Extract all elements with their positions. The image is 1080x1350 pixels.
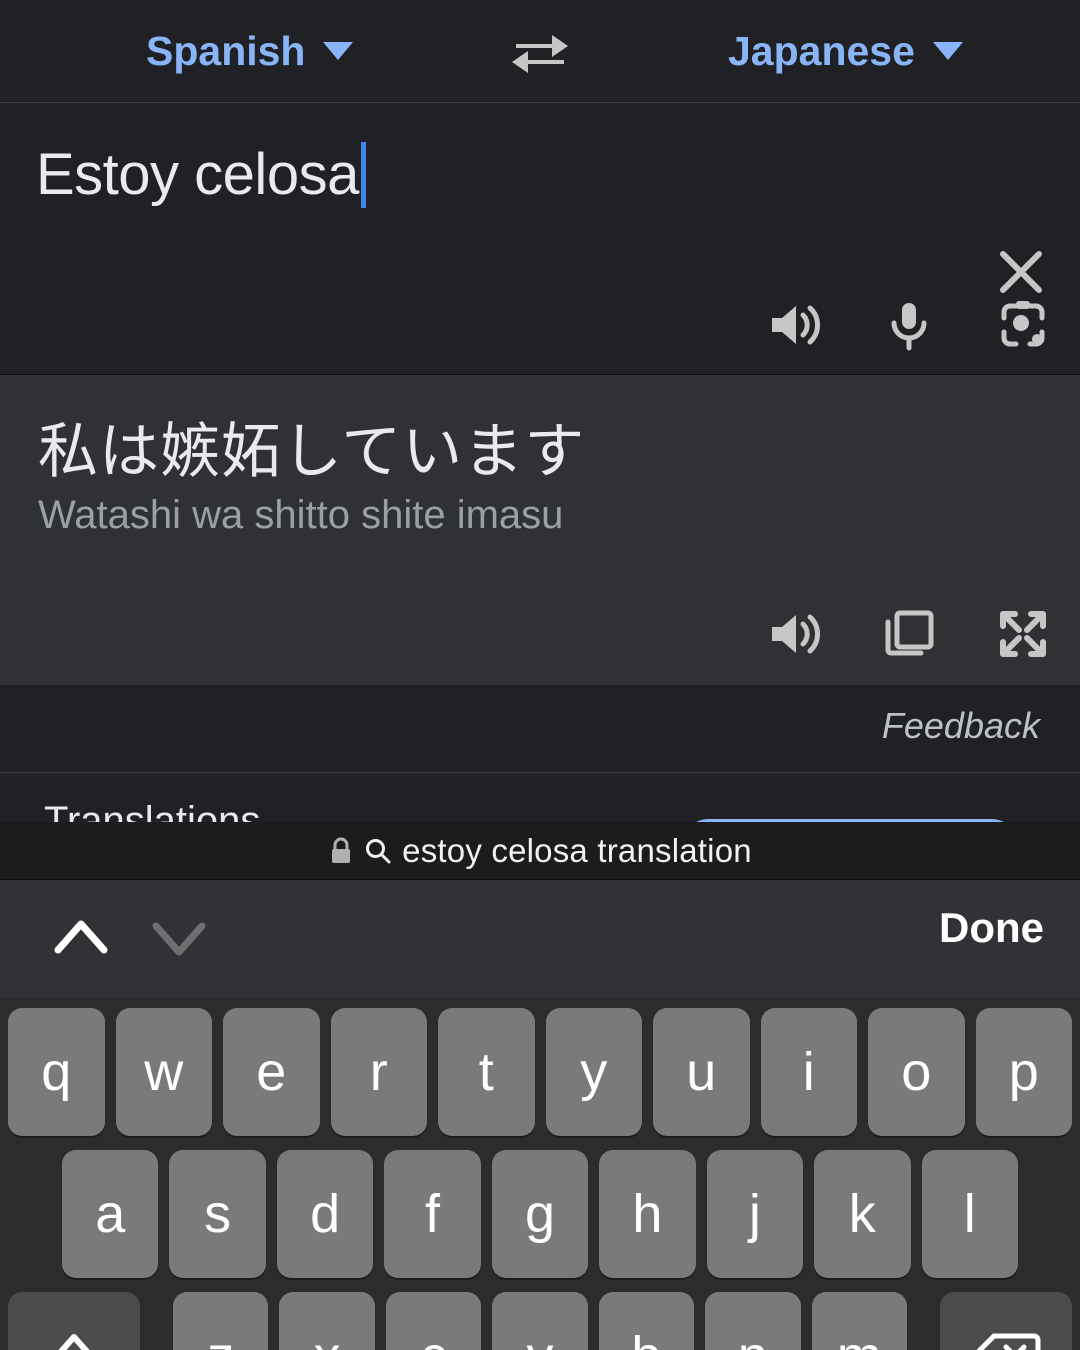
key-j[interactable]: j [706, 1150, 804, 1278]
lock-icon [332, 837, 351, 863]
fullscreen-button[interactable] [994, 605, 1052, 663]
key-u[interactable]: u [653, 1008, 750, 1136]
key-o[interactable]: o [868, 1008, 965, 1136]
target-language-label: Japanese [728, 27, 915, 74]
feedback-link[interactable]: Feedback [882, 705, 1040, 747]
key-w[interactable]: w [115, 1008, 212, 1136]
key-b[interactable]: b [598, 1292, 695, 1350]
camera-lens-icon [1001, 301, 1045, 347]
search-icon [366, 838, 391, 863]
key-q[interactable]: q [8, 1008, 105, 1136]
key-l[interactable]: l [921, 1150, 1018, 1278]
microphone-icon [891, 303, 927, 351]
volume-up-icon [772, 305, 820, 345]
key-a[interactable]: a [62, 1150, 159, 1278]
keyboard-accessory-bar: Done [0, 880, 1080, 998]
translation-text: 私は嫉妬しています [38, 417, 586, 487]
source-language-label: Spanish [146, 27, 306, 74]
url-bar-query: estoy celosa translation [402, 831, 752, 869]
backspace-delete-icon [976, 1333, 1041, 1350]
key-e[interactable]: e [223, 1008, 320, 1136]
source-text-input[interactable]: Estoy celosa [36, 141, 366, 208]
transliteration-text: Watashi wa shitto shite imasu [38, 493, 564, 537]
expand-arrows-icon [1000, 611, 1046, 657]
key-m[interactable]: m [811, 1292, 907, 1350]
listen-source-button[interactable] [766, 296, 824, 354]
shift-key[interactable] [8, 1292, 140, 1350]
shift-up-icon [58, 1334, 90, 1350]
language-bar: Spanish Japanese [0, 0, 1080, 103]
volume-up-icon [772, 614, 820, 654]
microphone-button[interactable] [880, 296, 938, 354]
key-s[interactable]: s [169, 1150, 266, 1278]
key-f[interactable]: f [384, 1150, 481, 1278]
clear-text-button[interactable] [990, 241, 1052, 303]
source-text-panel[interactable]: Estoy celosa [0, 103, 1080, 375]
keyboard-row-1: q w e r t y u i o p [0, 1008, 1080, 1136]
key-k[interactable]: k [814, 1150, 911, 1278]
target-language-selector[interactable]: Japanese [728, 28, 963, 75]
source-actions [766, 296, 1052, 354]
text-cursor [360, 141, 366, 208]
chevron-down-icon [932, 42, 963, 60]
key-i[interactable]: i [760, 1008, 857, 1136]
key-c[interactable]: c [385, 1292, 482, 1350]
key-h[interactable]: h [599, 1150, 696, 1278]
copy-translation-button[interactable] [880, 605, 938, 663]
key-n[interactable]: n [705, 1292, 801, 1350]
key-r[interactable]: r [330, 1008, 427, 1136]
feedback-strip: Feedback [0, 685, 1080, 773]
source-text-value: Estoy celosa [36, 142, 359, 207]
key-g[interactable]: g [491, 1150, 589, 1278]
translate-app-screen: Spanish Japanese Estoy celosa 私は嫉妬しています … [0, 0, 1080, 1350]
swap-languages-button[interactable] [508, 26, 572, 78]
translation-result-panel: 私は嫉妬しています Watashi wa shitto shite imasu [0, 375, 1080, 685]
browser-url-bar[interactable]: estoy celosa translation [0, 822, 1080, 880]
on-screen-keyboard: q w e r t y u i o p a s d f g h j k l [0, 998, 1080, 1350]
key-t[interactable]: t [438, 1008, 535, 1136]
chevron-down-icon [323, 42, 354, 60]
source-language-selector[interactable]: Spanish [146, 27, 354, 75]
done-button[interactable]: Done [939, 904, 1044, 952]
swap-horizontal-icon [512, 35, 568, 73]
backspace-key[interactable] [939, 1292, 1072, 1350]
key-x[interactable]: x [279, 1292, 375, 1350]
listen-translation-button[interactable] [766, 605, 824, 663]
previous-field-button[interactable] [50, 910, 112, 966]
key-d[interactable]: d [276, 1150, 374, 1278]
close-icon [1000, 251, 1042, 293]
key-p[interactable]: p [975, 1008, 1072, 1136]
keyboard-row-3: z x c v b n m [0, 1292, 1080, 1350]
key-z[interactable]: z [173, 1292, 269, 1350]
chevron-down-icon [152, 922, 206, 956]
next-field-button[interactable] [148, 910, 210, 966]
key-y[interactable]: y [545, 1008, 642, 1136]
copy-icon [885, 610, 934, 656]
result-actions [766, 605, 1052, 663]
lens-camera-button[interactable] [994, 296, 1052, 354]
key-v[interactable]: v [492, 1292, 588, 1350]
keyboard-row-2: a s d f g h j k l [0, 1150, 1080, 1278]
chevron-up-icon [54, 920, 108, 954]
